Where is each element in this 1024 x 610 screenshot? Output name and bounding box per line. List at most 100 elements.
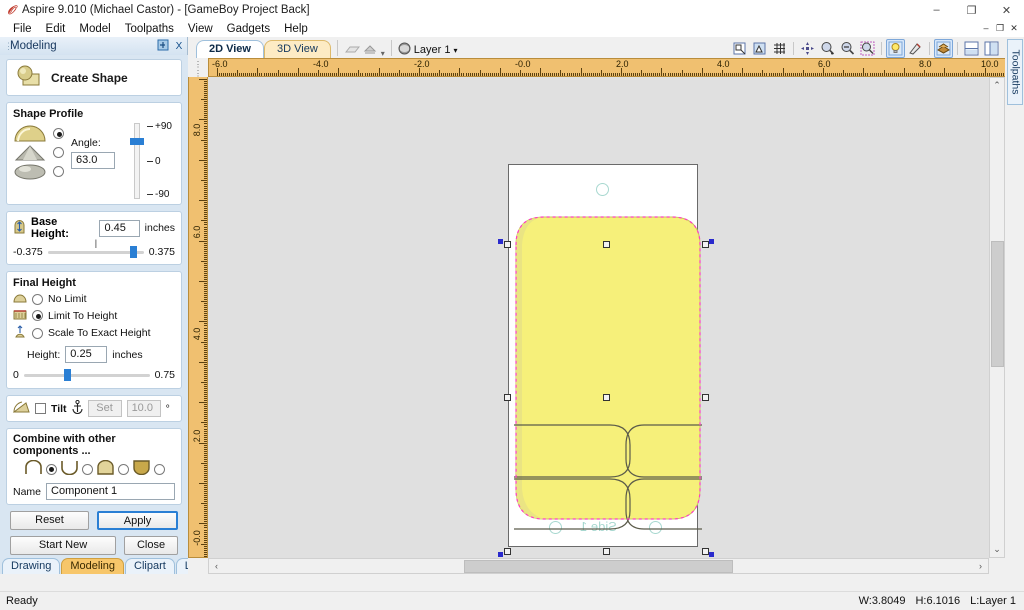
base-height-input[interactable]: 0.45	[99, 219, 140, 237]
zoom-region-icon[interactable]	[858, 39, 877, 58]
vertical-scroll-thumb[interactable]	[990, 241, 1004, 367]
selection-handle-center[interactable]	[603, 394, 610, 401]
toggle-material-icon[interactable]	[934, 38, 953, 58]
selection-handle-top-center[interactable]	[603, 241, 610, 248]
rotate-handle-top-left[interactable]	[498, 239, 503, 244]
rotate-handle-bottom-left[interactable]	[498, 552, 503, 557]
angled-profile-radio[interactable]	[53, 147, 64, 158]
minimize-button[interactable]: –	[919, 0, 954, 20]
auto-hide-pin-icon[interactable]	[155, 39, 171, 54]
scroll-down-button[interactable]: ⌄	[990, 542, 1005, 557]
close-button[interactable]: ✕	[989, 0, 1024, 20]
shape-profile-option-round[interactable]	[13, 125, 71, 142]
selection-handle-bottom-right[interactable]	[702, 548, 709, 555]
limit-to-height-radio[interactable]	[32, 310, 43, 321]
menu-item-model[interactable]: Model	[72, 22, 117, 36]
base-height-slider[interactable]: |	[47, 238, 144, 258]
move-to-layer-icon[interactable]	[362, 40, 380, 58]
mdi-restore-button[interactable]: ❐	[993, 21, 1007, 35]
vertical-scrollbar[interactable]: ⌃ ⌄	[989, 77, 1005, 558]
anchor-icon[interactable]	[72, 399, 83, 417]
copy-to-layer-icon[interactable]	[344, 40, 362, 58]
tilt-checkbox[interactable]	[35, 403, 46, 414]
status-bar: Ready W:3.8049 H:6.1016 L:Layer 1	[0, 591, 1024, 610]
selection-handle-bottom-left[interactable]	[504, 548, 511, 555]
shape-profile-option-angled[interactable]	[13, 144, 71, 161]
menu-item-view[interactable]: View	[181, 22, 220, 36]
combine-mode-subtract-radio[interactable]	[81, 463, 93, 475]
scroll-left-button[interactable]: ‹	[209, 559, 224, 574]
no-limit-radio[interactable]	[32, 293, 43, 305]
final-height-option-limit-to-height[interactable]: Limit To Height	[13, 308, 175, 323]
tilt-angle-input[interactable]: 10.0	[126, 400, 161, 417]
menu-item-help[interactable]: Help	[277, 22, 315, 36]
final-height-slider[interactable]	[23, 369, 150, 381]
zoom-in-icon[interactable]	[818, 39, 837, 58]
split-view-horizontal-icon[interactable]	[962, 39, 981, 58]
angle-input[interactable]: 63.0	[71, 152, 115, 169]
start-new-component-button[interactable]: Start New Component	[10, 536, 116, 568]
menu-item-file[interactable]: File	[6, 22, 39, 36]
rotate-handle-bottom-right[interactable]	[709, 552, 714, 557]
combine-mode-add-radio[interactable]	[45, 463, 57, 475]
selection-handle-middle-left[interactable]	[504, 394, 511, 401]
apply-button[interactable]: Apply	[97, 511, 178, 530]
base-height-slider-thumb[interactable]	[130, 246, 138, 258]
gameboy-back-shape[interactable]	[510, 211, 706, 531]
zoom-to-drawing-icon[interactable]	[750, 39, 769, 58]
menu-item-edit[interactable]: Edit	[39, 22, 73, 36]
angle-slider[interactable]	[129, 123, 145, 199]
component-name-input[interactable]: Component 1	[46, 483, 175, 500]
mdi-close-button[interactable]: ✕	[1007, 21, 1021, 35]
combine-mode-low-radio[interactable]	[153, 463, 165, 475]
selection-handle-top-right[interactable]	[702, 241, 709, 248]
scroll-up-button[interactable]: ⌃	[990, 78, 1005, 93]
shape-profile-option-domed[interactable]	[13, 163, 71, 180]
tab-drawing[interactable]: Drawing	[2, 558, 61, 574]
tab-3d-view[interactable]: 3D View	[264, 40, 331, 58]
toggle-toolpath-icon[interactable]	[906, 39, 925, 58]
height-input[interactable]: 0.25	[65, 346, 108, 363]
horizontal-scrollbar[interactable]: ‹ ›	[208, 558, 989, 574]
panel-close-icon[interactable]: Χ	[171, 41, 187, 52]
no-limit-icon	[13, 292, 27, 306]
reset-button[interactable]: Reset	[10, 511, 89, 530]
combine-mode-merge-radio[interactable]	[117, 463, 129, 475]
chevron-down-icon[interactable]: ▾	[453, 46, 457, 55]
mdi-minimize-button[interactable]: –	[979, 21, 993, 35]
zoom-out-icon[interactable]	[838, 39, 857, 58]
toggle-grid-icon[interactable]	[770, 39, 789, 58]
round-profile-radio[interactable]	[53, 128, 64, 139]
scroll-right-button[interactable]: ›	[973, 559, 988, 574]
tilt-set-button[interactable]: Set	[87, 400, 122, 417]
close-panel-button[interactable]: Close	[124, 536, 178, 555]
vertical-ruler[interactable]: 8.0 6.0 4.0 2.0 -0.0	[188, 77, 208, 558]
maximize-button[interactable]: ❐	[954, 0, 989, 20]
tab-modeling[interactable]: Modeling	[61, 558, 124, 574]
design-canvas[interactable]: Side 1	[208, 77, 989, 558]
angle-slider-thumb[interactable]	[130, 138, 144, 145]
layer-selector[interactable]: Layer 1 ▾	[398, 42, 458, 58]
menu-item-gadgets[interactable]: Gadgets	[220, 22, 277, 36]
selection-handle-middle-right[interactable]	[702, 394, 709, 401]
pan-icon[interactable]	[798, 39, 817, 58]
split-view-vertical-icon[interactable]	[982, 39, 1001, 58]
final-height-option-scale-to-exact[interactable]: Scale To Exact Height	[13, 325, 175, 341]
toggle-shading-icon[interactable]	[886, 38, 905, 58]
tab-2d-view[interactable]: 2D View	[196, 40, 264, 58]
horizontal-scroll-thumb[interactable]	[463, 559, 734, 573]
rotate-handle-top-right[interactable]	[709, 239, 714, 244]
ruler-origin-icon[interactable]: ⋮ ⋮	[188, 58, 208, 78]
selection-handle-top-left[interactable]	[504, 241, 511, 248]
selection-handle-bottom-center[interactable]	[603, 548, 610, 555]
zoom-to-selection-icon[interactable]	[730, 39, 749, 58]
scale-to-exact-radio[interactable]	[32, 327, 43, 339]
menu-item-toolpaths[interactable]: Toolpaths	[118, 22, 181, 36]
horizontal-ruler[interactable]: -6.0 -4.0 -2.0 -0.0 2.0 4.0 6.0 8.0 10.0	[208, 58, 1005, 77]
toolpaths-tab[interactable]: Toolpaths	[1007, 39, 1023, 105]
domed-profile-radio[interactable]	[53, 166, 64, 177]
final-height-option-no-limit[interactable]: No Limit	[13, 292, 175, 306]
tab-clipart[interactable]: Clipart	[125, 558, 175, 574]
shape-profile-title: Shape Profile	[13, 108, 84, 120]
final-height-slider-thumb[interactable]	[64, 369, 72, 381]
